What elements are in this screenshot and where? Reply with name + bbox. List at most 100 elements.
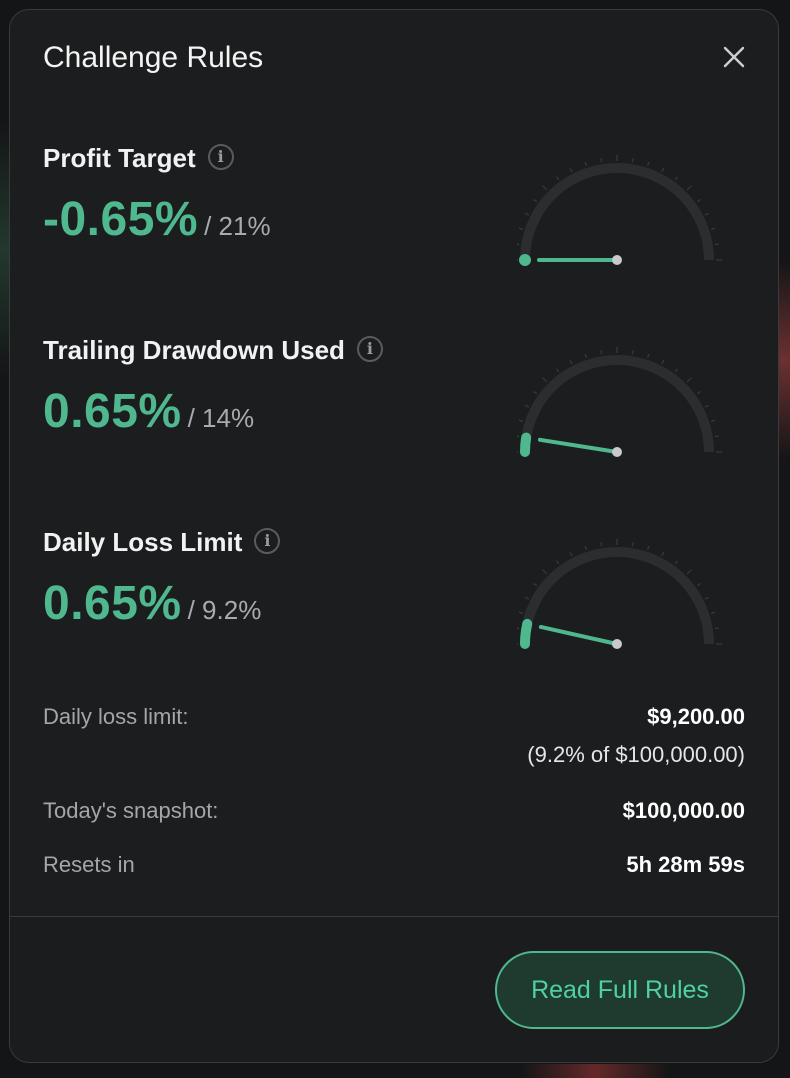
gauge-needle	[537, 437, 619, 454]
gauge-tick	[647, 545, 650, 551]
rule-current-value: 0.65%	[43, 385, 182, 438]
gauge-track	[520, 163, 714, 261]
gauge-tick	[524, 212, 530, 216]
gauge-tick	[518, 611, 524, 614]
gauge-tick	[600, 158, 603, 163]
gauge-tick	[631, 158, 634, 163]
gauge-pivot	[612, 639, 622, 649]
gauge-tick	[686, 185, 692, 191]
gauge-tick	[524, 596, 530, 600]
rule-title-label: Daily Loss Limit	[43, 527, 243, 557]
gauge-tick	[674, 176, 679, 181]
gauge-pivot	[612, 255, 622, 265]
gauge-tick	[631, 350, 634, 355]
gauge-tick	[661, 359, 665, 365]
rule-limit-value: / 21%	[204, 211, 271, 241]
gauge	[517, 539, 722, 649]
gauge-tick	[600, 350, 603, 355]
detail-value: $9,200.00	[647, 704, 745, 729]
gauge-pivot	[612, 447, 622, 457]
gauge-tick	[710, 419, 716, 422]
gauge-tick	[584, 545, 587, 551]
gauge-tick	[661, 551, 665, 557]
gauge-tick	[569, 167, 573, 173]
gauge-tick	[533, 582, 538, 587]
gauge-tick	[600, 542, 603, 547]
rule-value: 0.65%/ 9.2%	[43, 576, 261, 631]
gauge-tick	[674, 368, 679, 373]
rule-value: -0.65%/ 21%	[43, 192, 271, 247]
gauge-tick	[714, 243, 719, 246]
gauge-tick	[696, 198, 701, 203]
detail-label: Daily loss limit:	[43, 704, 189, 729]
rule-profit-target: Profit Target i -0.65%/ 21%	[43, 142, 745, 292]
gauge	[517, 155, 722, 266]
modal-header: Challenge Rules	[43, 40, 745, 80]
gauge-tick	[647, 161, 650, 167]
gauge-needle	[538, 624, 619, 646]
detail-label: Resets in	[43, 852, 135, 877]
rule-value: 0.65%/ 14%	[43, 384, 254, 439]
rule-title-label: Profit Target	[43, 143, 196, 173]
gauge-track	[520, 355, 714, 453]
gauge-tick	[555, 176, 560, 181]
gauge-fill	[520, 618, 533, 649]
gauge-tick	[710, 227, 716, 230]
gauge-tick	[661, 167, 665, 173]
modal-footer: Read Full Rules	[10, 916, 778, 1062]
gauge-tick	[714, 627, 719, 630]
gauge-tick	[584, 353, 587, 359]
detail-value: $100,000.00	[622, 798, 745, 823]
close-button[interactable]	[723, 46, 745, 68]
gauge-tick	[518, 419, 524, 422]
rule-title: Profit Target i	[43, 142, 234, 174]
gauge-tick	[524, 404, 530, 408]
gauge-tick	[696, 390, 701, 395]
gauge-tick	[704, 596, 710, 600]
gauge-tick	[555, 368, 560, 373]
gauge-tick	[533, 390, 538, 395]
rule-current-value: 0.65%	[43, 577, 182, 630]
rule-title-label: Trailing Drawdown Used	[43, 335, 345, 365]
background-chart-edge	[520, 1064, 670, 1078]
gauge-tick	[686, 377, 692, 383]
rule-limit-value: / 14%	[187, 403, 255, 433]
gauge-tick	[710, 611, 716, 614]
gauge-fill	[520, 432, 532, 457]
gauge-tick	[542, 569, 548, 575]
detail-label: Today's snapshot:	[43, 798, 219, 823]
gauge-tick	[696, 582, 701, 587]
gauge-tick	[704, 212, 710, 216]
rule-limit-value: / 9.2%	[187, 595, 262, 625]
gauge-fill	[519, 254, 531, 266]
gauge-tick	[674, 560, 679, 565]
gauge-tick	[533, 198, 538, 203]
detail-row-snapshot: Today's snapshot: $100,000.00	[43, 797, 745, 825]
detail-value: 5h 28m 59s	[626, 852, 745, 877]
gauge-tick	[542, 185, 548, 191]
rule-title: Trailing Drawdown Used i	[43, 334, 383, 366]
detail-subvalue: (9.2% of $100,000.00)	[527, 742, 745, 767]
info-icon[interactable]: i	[254, 528, 281, 555]
gauge-tick	[517, 243, 520, 246]
detail-row-resets: Resets in 5h 28m 59s	[43, 851, 745, 879]
info-icon[interactable]: i	[207, 144, 234, 171]
detail-row-daily-loss: Daily loss limit: $9,200.00 (9.2% of $10…	[43, 703, 745, 767]
rule-daily-loss-limit: Daily Loss Limit i 0.65%/ 9.2%	[43, 526, 745, 676]
info-icon[interactable]: i	[356, 336, 383, 363]
gauge-tick	[517, 627, 520, 630]
gauge-tick	[569, 551, 573, 557]
gauge-tick	[714, 435, 719, 438]
read-full-rules-button[interactable]: Read Full Rules	[495, 951, 745, 1029]
gauge-tick	[555, 560, 560, 565]
gauge-tick	[686, 569, 692, 575]
gauge-tick	[647, 353, 650, 359]
gauge-tick	[704, 404, 710, 408]
rule-current-value: -0.65%	[43, 193, 199, 246]
gauge-tick	[518, 227, 524, 230]
gauge-tick	[584, 161, 587, 167]
modal-title: Challenge Rules	[43, 41, 264, 74]
challenge-rules-modal: Challenge Rules Profit Target i -0.65%/ 2…	[9, 9, 779, 1063]
close-icon	[723, 46, 745, 68]
rule-title: Daily Loss Limit i	[43, 526, 281, 558]
